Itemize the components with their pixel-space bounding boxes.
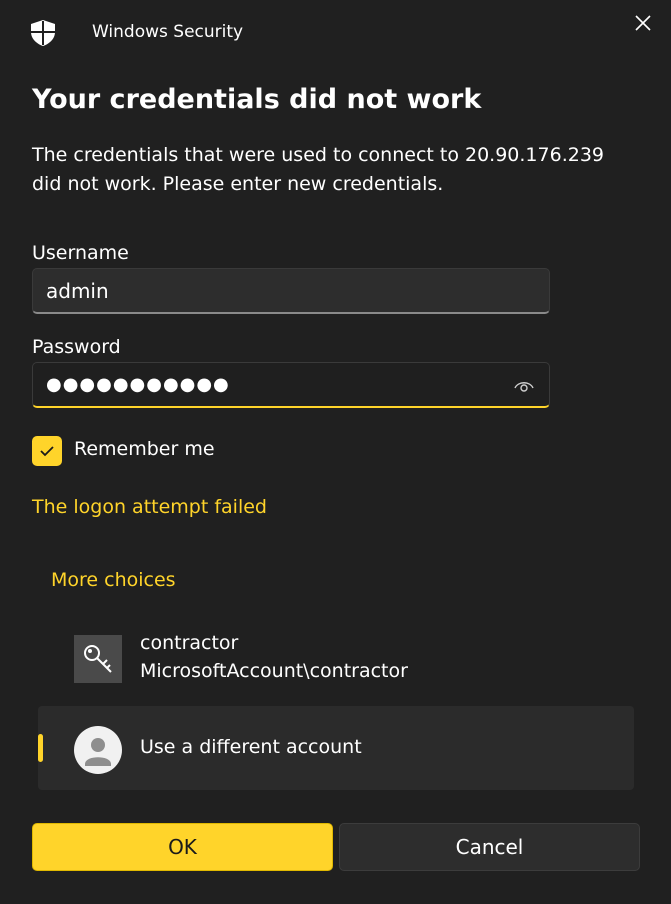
more-choices-link[interactable]: More choices bbox=[51, 569, 176, 591]
username-field[interactable]: admin bbox=[32, 268, 550, 314]
reveal-password-button[interactable] bbox=[513, 376, 535, 394]
shield-icon bbox=[31, 20, 55, 46]
remember-me-label[interactable]: Remember me bbox=[74, 438, 215, 460]
error-message: The logon attempt failed bbox=[32, 496, 267, 518]
eye-icon bbox=[514, 382, 534, 392]
dialog-message: The credentials that were used to connec… bbox=[32, 144, 605, 195]
account-name: contractor bbox=[140, 632, 239, 654]
username-value: admin bbox=[46, 278, 109, 303]
close-icon bbox=[635, 15, 651, 31]
key-icon bbox=[74, 635, 122, 683]
password-field[interactable]: ●●●●●●●●●●● bbox=[32, 362, 550, 408]
password-label: Password bbox=[32, 336, 121, 358]
account-option-different[interactable]: Use a different account bbox=[38, 706, 634, 790]
window-title: Windows Security bbox=[92, 22, 244, 42]
selection-indicator bbox=[38, 734, 43, 762]
ok-button[interactable]: OK bbox=[32, 823, 333, 871]
username-label: Username bbox=[32, 242, 129, 264]
account-option-contractor[interactable]: contractor MicrosoftAccount\contractor bbox=[38, 628, 634, 690]
account-name: Use a different account bbox=[140, 736, 362, 758]
password-value: ●●●●●●●●●●● bbox=[46, 374, 230, 395]
close-button[interactable] bbox=[626, 6, 660, 40]
checkmark-icon bbox=[40, 446, 54, 457]
dialog-heading: Your credentials did not work bbox=[32, 84, 482, 115]
remember-me-checkbox[interactable] bbox=[32, 436, 62, 466]
cancel-button[interactable]: Cancel bbox=[339, 823, 640, 871]
user-avatar-icon bbox=[74, 726, 122, 774]
account-detail: MicrosoftAccount\contractor bbox=[140, 660, 408, 682]
